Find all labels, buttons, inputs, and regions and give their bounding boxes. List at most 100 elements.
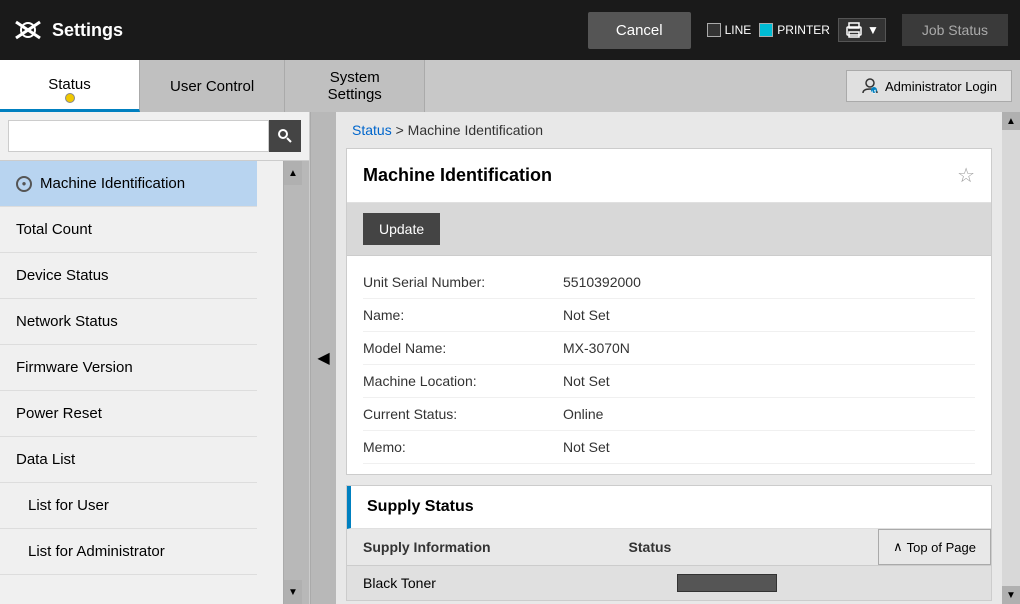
- sidebar-item-data-list[interactable]: Data List: [0, 437, 257, 483]
- info-row-serial: Unit Serial Number: 5510392000: [363, 266, 975, 299]
- top-of-page-label: Top of Page: [907, 540, 976, 555]
- active-item-icon: ●: [16, 176, 32, 192]
- info-row-location: Machine Location: Not Set: [363, 365, 975, 398]
- sidebar-item-label: Firmware Version: [16, 359, 133, 376]
- machine-id-info: Unit Serial Number: 5510392000 Name: Not…: [347, 256, 991, 474]
- supply-table-header: Supply Information Status ∧ Top of Page: [347, 529, 991, 566]
- svg-text:↺: ↺: [871, 89, 876, 95]
- panel-header: Machine Identification ☆: [347, 149, 991, 203]
- printer-checkbox: [759, 23, 773, 37]
- favorite-button[interactable]: ☆: [957, 163, 975, 188]
- sidebar-item-label: List for Administrator: [28, 543, 165, 560]
- sidebar-scroll-track: [284, 185, 309, 580]
- supply-row-black-toner: Black Toner: [363, 574, 975, 592]
- top-arrow-icon: ∧: [893, 539, 903, 555]
- breadcrumb-separator: >: [396, 122, 404, 138]
- toner-level-bar: [677, 574, 777, 592]
- sidebar-item-label: Power Reset: [16, 405, 102, 422]
- line-status: LINE: [707, 23, 752, 37]
- tab-system-settings[interactable]: SystemSettings: [285, 60, 425, 112]
- printer-icon: [845, 21, 863, 39]
- line-checkbox: [707, 23, 721, 37]
- tab-status-dot: [65, 93, 75, 103]
- sidebar-collapse-button[interactable]: ◀: [310, 112, 336, 604]
- memo-value: Not Set: [563, 439, 610, 455]
- search-icon: [277, 128, 293, 144]
- printer-status: PRINTER: [759, 23, 830, 37]
- app-header: Settings Cancel LINE PRINTER ▼ Job Statu…: [0, 0, 1020, 60]
- content-scrollbar: ▲ ▼: [1002, 112, 1020, 604]
- search-input[interactable]: [8, 120, 269, 152]
- sidebar-item-label: List for User: [28, 497, 109, 514]
- info-row-memo: Memo: Not Set: [363, 431, 975, 464]
- content-area: Status > Machine Identification Machine …: [336, 112, 1002, 604]
- content-scroll-track: [1002, 130, 1020, 586]
- breadcrumb-current: Machine Identification: [408, 122, 543, 138]
- app-logo: Settings: [12, 14, 123, 46]
- search-bar: [0, 112, 309, 161]
- supply-status-title: Supply Status: [367, 498, 474, 515]
- supply-col-info: Supply Information: [347, 529, 613, 565]
- supply-info-black-toner: Black Toner: [363, 575, 661, 591]
- breadcrumb-status-link[interactable]: Status: [352, 122, 392, 138]
- sidebar-item-machine-identification[interactable]: ● Machine Identification: [0, 161, 257, 207]
- supply-table-body: Black Toner: [347, 566, 991, 600]
- sidebar-item-total-count[interactable]: Total Count: [0, 207, 257, 253]
- info-row-status: Current Status: Online: [363, 398, 975, 431]
- tabs-bar: Status User Control SystemSettings ↺ Adm…: [0, 60, 1020, 112]
- sidebar-item-power-reset[interactable]: Power Reset: [0, 391, 257, 437]
- sidebar-item-list-for-admin[interactable]: List for Administrator: [0, 529, 257, 575]
- sidebar-item-label: Network Status: [16, 313, 118, 330]
- settings-icon: [12, 14, 44, 46]
- location-value: Not Set: [563, 373, 610, 389]
- supply-status-panel: Supply Status Supply Information Status …: [346, 485, 992, 601]
- name-value: Not Set: [563, 307, 610, 323]
- breadcrumb: Status > Machine Identification: [336, 112, 1002, 148]
- sidebar-scroll-up-button[interactable]: ▲: [284, 161, 302, 185]
- tab-status[interactable]: Status: [0, 60, 140, 112]
- sidebar-item-list-for-user[interactable]: List for User: [0, 483, 257, 529]
- sidebar-scroll-down-button[interactable]: ▼: [284, 580, 302, 604]
- name-label: Name:: [363, 307, 563, 323]
- content-scroll-up-button[interactable]: ▲: [1002, 112, 1020, 130]
- job-status-button[interactable]: Job Status: [902, 14, 1008, 46]
- admin-login-label: Administrator Login: [885, 79, 997, 94]
- memo-label: Memo:: [363, 439, 563, 455]
- dropdown-arrow: ▼: [867, 23, 879, 37]
- app-name: Settings: [52, 20, 123, 41]
- sidebar-item-label: Device Status: [16, 267, 109, 284]
- admin-icon: ↺: [861, 77, 879, 95]
- supply-col-status: Status: [613, 529, 879, 565]
- info-row-model: Model Name: MX-3070N: [363, 332, 975, 365]
- tab-user-control[interactable]: User Control: [140, 60, 285, 112]
- connection-status: LINE PRINTER ▼: [707, 18, 886, 42]
- line-label: LINE: [725, 23, 752, 37]
- sidebar-item-device-status[interactable]: Device Status: [0, 253, 257, 299]
- sidebar: ● Machine Identification Total Count Dev…: [0, 112, 310, 604]
- search-button[interactable]: [269, 120, 301, 152]
- printer-label: PRINTER: [777, 23, 830, 37]
- content-scroll-down-button[interactable]: ▼: [1002, 586, 1020, 604]
- model-value: MX-3070N: [563, 340, 630, 356]
- location-label: Machine Location:: [363, 373, 563, 389]
- sidebar-item-label: Data List: [16, 451, 75, 468]
- panel-title: Machine Identification: [363, 165, 552, 186]
- supply-status-header: Supply Status: [347, 486, 991, 529]
- main-layout: ● Machine Identification Total Count Dev…: [0, 112, 1020, 604]
- current-status-label: Current Status:: [363, 406, 563, 422]
- current-status-value: Online: [563, 406, 603, 422]
- update-button[interactable]: Update: [363, 213, 440, 245]
- info-row-name: Name: Not Set: [363, 299, 975, 332]
- sidebar-item-label: Total Count: [16, 221, 92, 238]
- model-label: Model Name:: [363, 340, 563, 356]
- admin-login-button[interactable]: ↺ Administrator Login: [846, 70, 1012, 102]
- serial-label: Unit Serial Number:: [363, 274, 563, 290]
- cancel-button[interactable]: Cancel: [588, 12, 691, 49]
- top-of-page-button[interactable]: ∧ Top of Page: [878, 529, 991, 565]
- sidebar-item-firmware-version[interactable]: Firmware Version: [0, 345, 257, 391]
- printer-dropdown[interactable]: ▼: [838, 18, 886, 42]
- panel-toolbar: Update: [347, 203, 991, 256]
- sidebar-item-network-status[interactable]: Network Status: [0, 299, 257, 345]
- sidebar-item-label: Machine Identification: [40, 175, 185, 192]
- serial-value: 5510392000: [563, 274, 641, 290]
